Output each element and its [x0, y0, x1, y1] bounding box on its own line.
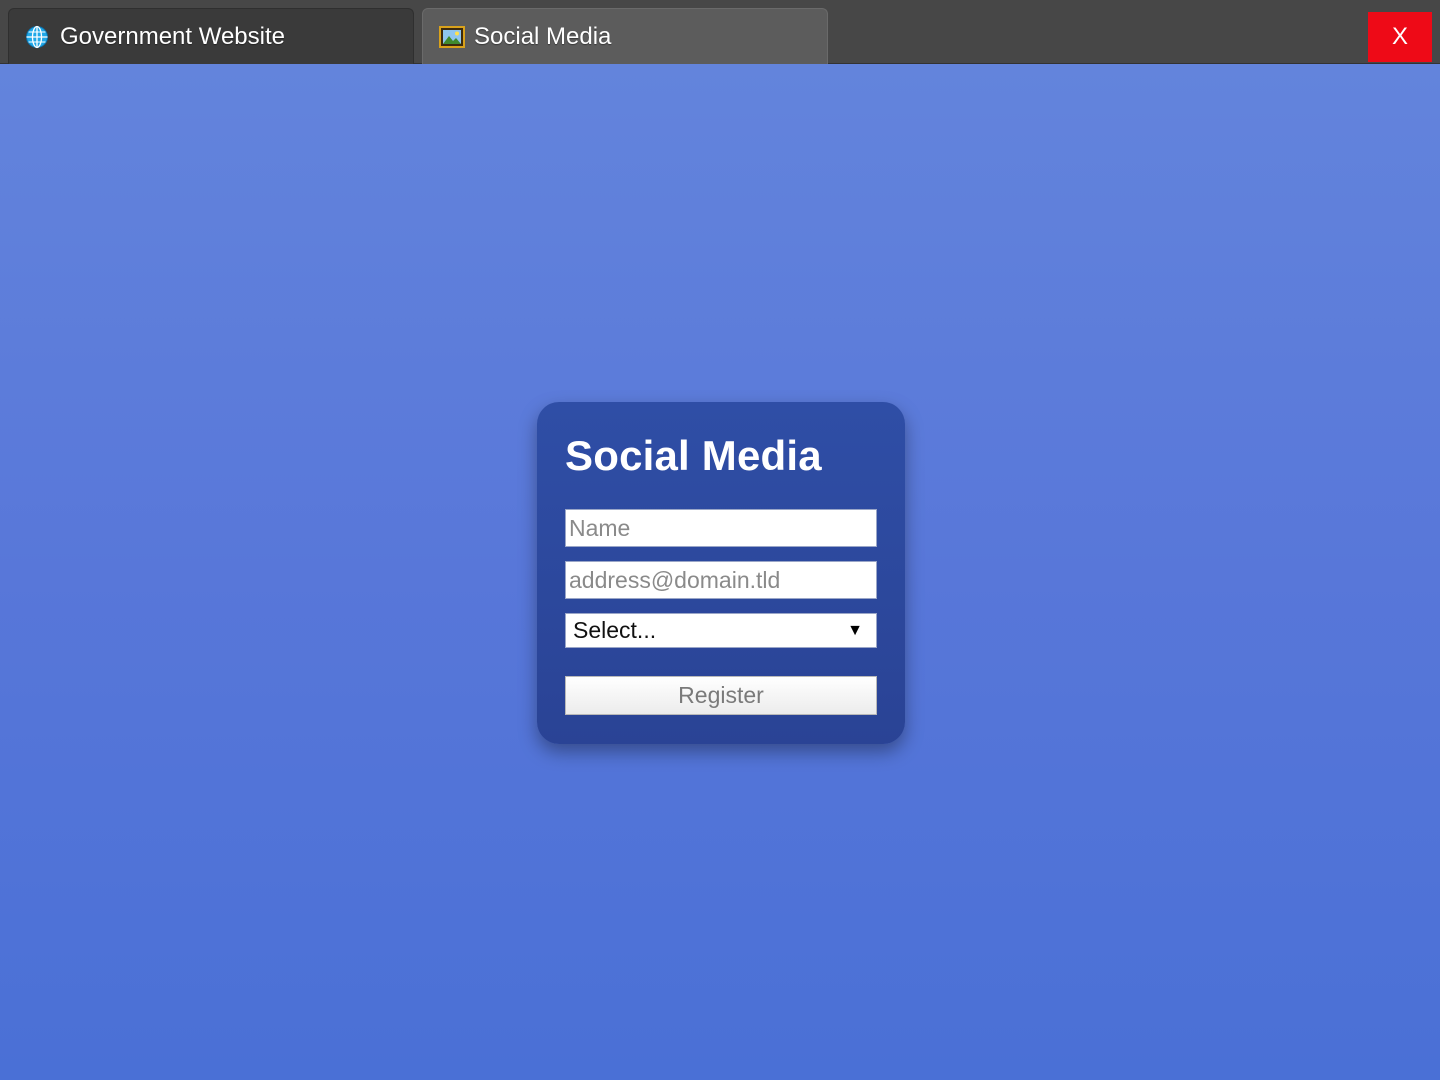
tab-label: Social Media: [474, 22, 612, 50]
option-select[interactable]: Select... ▼: [565, 613, 877, 648]
page-content: Social Media Select... ▼ Register: [0, 64, 1440, 1080]
picture-icon: [439, 25, 465, 49]
email-input[interactable]: [565, 561, 877, 599]
registration-card: Social Media Select... ▼ Register: [537, 402, 905, 744]
tab-social-media[interactable]: Social Media: [422, 8, 828, 64]
name-input[interactable]: [565, 509, 877, 547]
tab-label: Government Website: [60, 22, 285, 50]
form-title: Social Media: [565, 432, 822, 479]
close-button[interactable]: X: [1368, 12, 1432, 62]
dropdown-arrow-icon: ▼: [847, 621, 863, 639]
browser-tab-bar: Government Website Social Media X: [0, 0, 1440, 64]
register-button[interactable]: Register: [565, 676, 877, 715]
select-value: Select...: [573, 617, 657, 643]
globe-icon: [25, 25, 49, 49]
tab-government-website[interactable]: Government Website: [8, 8, 414, 64]
